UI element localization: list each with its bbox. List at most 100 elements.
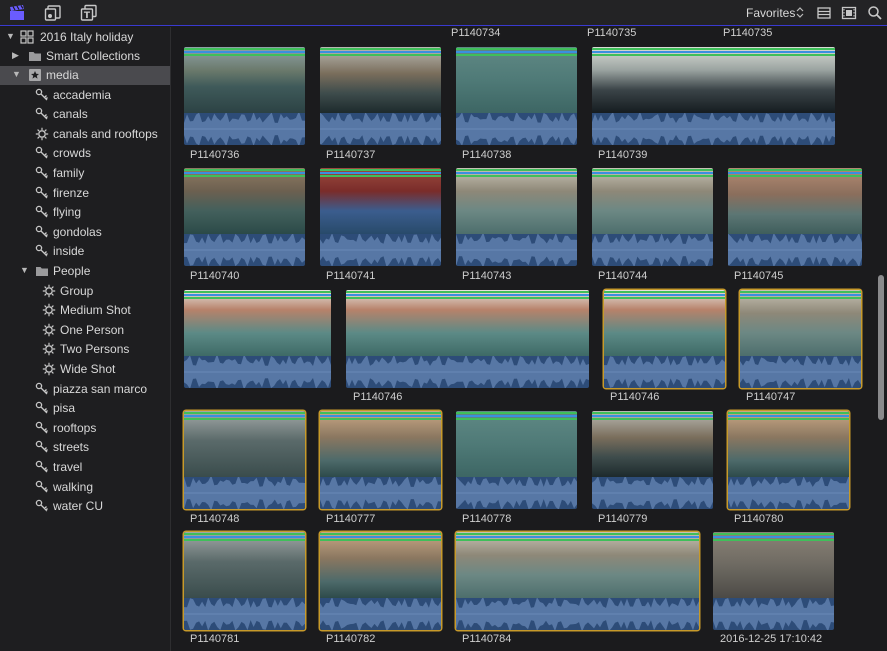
scrollbar-thumb[interactable] — [878, 275, 884, 420]
list-view-icon[interactable] — [815, 4, 833, 22]
clip-thumbnail[interactable] — [592, 47, 835, 145]
clip-thumbnail[interactable] — [456, 168, 577, 266]
keyword-icon — [35, 225, 49, 239]
clip-thumbnail[interactable] — [592, 411, 713, 509]
keyword-icon — [35, 460, 49, 474]
keyword-range-bar — [728, 175, 862, 177]
disclosure-open-icon[interactable]: ▼ — [20, 265, 29, 275]
clip-name-label: P1140778 — [462, 513, 512, 525]
search-icon[interactable] — [866, 4, 884, 22]
clip-name-label: P1140736 — [190, 149, 240, 161]
clip-thumbnail[interactable] — [728, 411, 849, 509]
audio-waveform — [456, 477, 577, 509]
clip-thumbnail[interactable] — [592, 168, 713, 266]
keyword-range-bar — [320, 539, 441, 541]
music-photos-icon[interactable] — [44, 4, 62, 22]
keyword-icon — [35, 499, 49, 513]
disclosure-open-icon[interactable]: ▼ — [12, 69, 21, 79]
clip-thumbnail[interactable] — [456, 532, 699, 630]
sidebar-item-piazza-san-marco[interactable]: piazza san marco — [0, 380, 170, 399]
clip-thumbnail[interactable] — [728, 168, 862, 266]
clip-thumbnail[interactable] — [713, 532, 834, 630]
sidebar-item-family[interactable]: family — [0, 164, 170, 183]
sidebar-item-inside[interactable]: inside — [0, 242, 170, 261]
sidebar-item-label: Medium Shot — [60, 303, 131, 317]
audio-waveform — [320, 234, 441, 266]
clip-thumbnail[interactable] — [320, 168, 441, 266]
keyword-range-bar — [320, 51, 441, 53]
sidebar-item-one-person[interactable]: One Person — [0, 321, 170, 340]
sidebar-item-water-cu[interactable]: water CU — [0, 497, 170, 516]
clip-thumbnail[interactable] — [456, 411, 577, 509]
folder-icon — [35, 264, 49, 278]
sidebar-item-accademia[interactable]: accademia — [0, 86, 170, 105]
sidebar-item-group[interactable]: Group — [0, 282, 170, 301]
keyword-range-bar — [320, 533, 441, 535]
keyword-range-bar — [728, 169, 862, 171]
clip-thumbnail[interactable] — [320, 532, 441, 630]
sidebar-item-gondolas[interactable]: gondolas — [0, 223, 170, 242]
keyword-icon — [35, 421, 49, 435]
sidebar-item-rooftops[interactable]: rooftops — [0, 419, 170, 438]
clip-thumbnail[interactable] — [320, 47, 441, 145]
sidebar-item-flying[interactable]: flying — [0, 203, 170, 222]
clip-filmstrip-image — [713, 532, 834, 598]
sidebar-item-2016-italy-holiday[interactable]: ▼ 2016 Italy holiday — [0, 28, 170, 47]
keyword-range-bar — [184, 175, 305, 177]
clip-thumbnail[interactable] — [346, 290, 589, 388]
clip-name-label: P1140740 — [190, 270, 240, 282]
sidebar-item-canals[interactable]: canals — [0, 105, 170, 124]
sidebar-item-streets[interactable]: streets — [0, 438, 170, 457]
clip-thumbnail[interactable] — [184, 411, 305, 509]
keyword-range-bar — [320, 175, 441, 177]
clip-name-label: P1140779 — [598, 513, 648, 525]
clip-thumbnail[interactable] — [740, 290, 861, 388]
audio-waveform — [592, 477, 713, 509]
clip-filmstrip-image — [184, 168, 305, 234]
chevron-updown-icon[interactable] — [796, 6, 804, 19]
sidebar-item-two-persons[interactable]: Two Persons — [0, 340, 170, 359]
sidebar-item-canals-and-rooftops[interactable]: canals and rooftops — [0, 125, 170, 144]
keyword-range-bar — [456, 54, 577, 56]
titles-icon[interactable]: T — [80, 4, 98, 22]
clip-thumbnail[interactable] — [184, 47, 305, 145]
sidebar-item-people[interactable]: ▼ People — [0, 262, 170, 281]
disclosure-closed-icon[interactable]: ▶ — [12, 50, 19, 61]
keyword-range-bar — [592, 169, 713, 171]
clip-thumbnail[interactable] — [184, 532, 305, 630]
sidebar-item-wide-shot[interactable]: Wide Shot — [0, 360, 170, 379]
sidebar-item-label: 2016 Italy holiday — [40, 30, 134, 44]
keyword-range-bar — [346, 297, 589, 299]
clip-thumbnail[interactable] — [320, 411, 441, 509]
audio-waveform — [713, 598, 834, 630]
clip-thumbnail[interactable] — [184, 168, 305, 266]
disclosure-open-icon[interactable]: ▼ — [6, 31, 15, 41]
clip-filter-menu[interactable]: Favorites — [746, 6, 795, 20]
clip-name-label: P1140777 — [326, 513, 376, 525]
clip-name-label: P1140780 — [734, 513, 784, 525]
sidebar-item-walking[interactable]: walking — [0, 478, 170, 497]
smart-collection-icon — [42, 323, 56, 337]
filmstrip-icon[interactable] — [840, 4, 858, 22]
library-icon — [20, 30, 34, 44]
sidebar-item-travel[interactable]: travel — [0, 458, 170, 477]
sidebar-item-label: travel — [53, 460, 83, 474]
keyword-icon — [35, 382, 49, 396]
clip-thumbnail[interactable] — [184, 290, 331, 388]
sidebar-item-medium-shot[interactable]: Medium Shot — [0, 301, 170, 320]
clapper-icon[interactable] — [8, 4, 26, 22]
smart-collection-icon — [42, 362, 56, 376]
sidebar-item-media[interactable]: ▼ media — [0, 66, 170, 85]
keyword-range-bar — [728, 415, 849, 417]
clip-name-label: P1140784 — [462, 633, 512, 645]
keyword-range-bar — [184, 172, 305, 174]
sidebar-item-pisa[interactable]: pisa — [0, 399, 170, 418]
keyword-icon — [35, 146, 49, 160]
clip-thumbnail[interactable] — [456, 47, 577, 145]
clip-filmstrip-image — [346, 290, 589, 356]
sidebar-item-smart-collections[interactable]: ▶ Smart Collections — [0, 47, 170, 66]
clip-filmstrip-image — [320, 411, 441, 477]
clip-thumbnail[interactable] — [604, 290, 725, 388]
sidebar-item-crowds[interactable]: crowds — [0, 144, 170, 163]
sidebar-item-firenze[interactable]: firenze — [0, 184, 170, 203]
